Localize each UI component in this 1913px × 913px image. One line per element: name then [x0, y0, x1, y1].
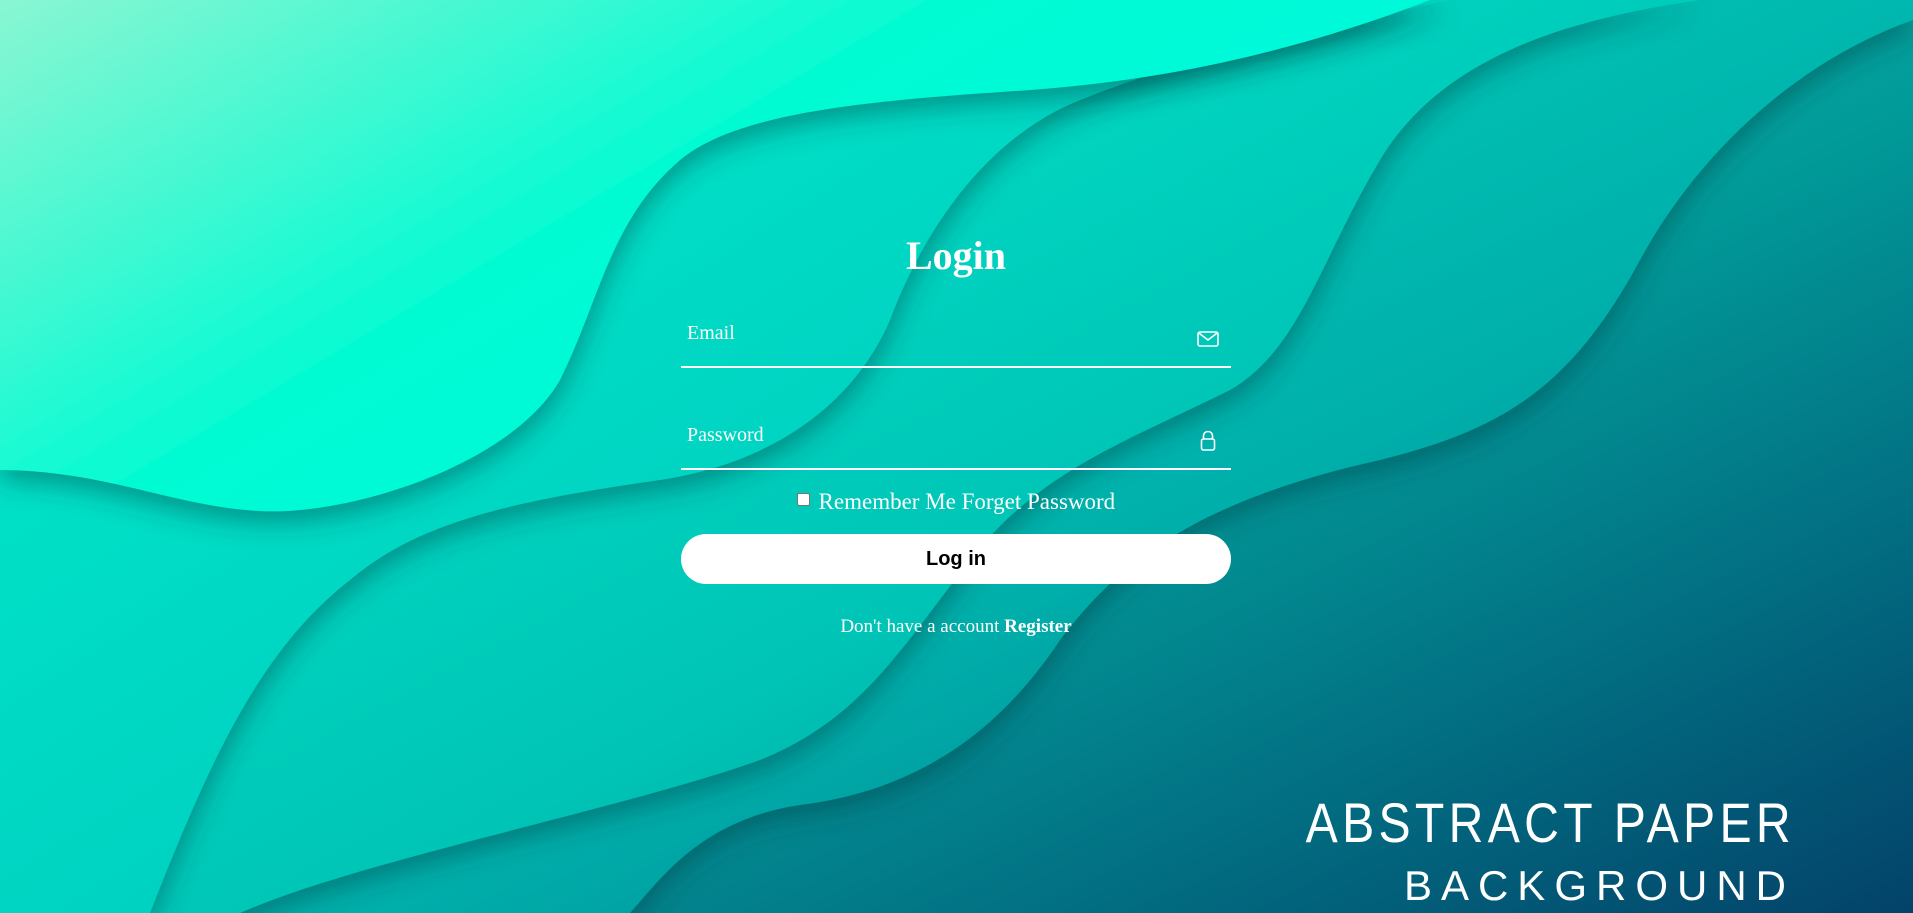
remember-row: Remember Me Forget Password	[681, 486, 1231, 518]
password-field[interactable]: Password	[681, 416, 1231, 470]
login-form: Login Email Password Remember Me Forget …	[681, 228, 1231, 638]
register-row: Don't have a account Register	[681, 616, 1231, 638]
email-placeholder: Email	[687, 322, 735, 344]
lock-icon	[1195, 428, 1221, 454]
watermark-line2: BACKGROUND	[1403, 862, 1795, 909]
forget-password-link[interactable]: Forget Password	[962, 489, 1116, 514]
email-field[interactable]: Email	[681, 314, 1231, 368]
envelope-icon	[1195, 326, 1221, 352]
watermark-line1: ABSTRACT PAPER	[1305, 791, 1795, 854]
login-title: Login	[905, 233, 1007, 278]
background-watermark: ABSTRACT PAPER BACKGROUND	[1226, 795, 1795, 907]
remember-me-checkbox[interactable]	[796, 493, 810, 506]
remember-me-label[interactable]: Remember Me	[819, 489, 956, 514]
password-placeholder: Password	[687, 424, 764, 446]
no-account-text: Don't have a account	[840, 616, 1000, 637]
register-link[interactable]: Register	[1004, 616, 1072, 637]
login-button[interactable]: Log in	[681, 534, 1231, 584]
